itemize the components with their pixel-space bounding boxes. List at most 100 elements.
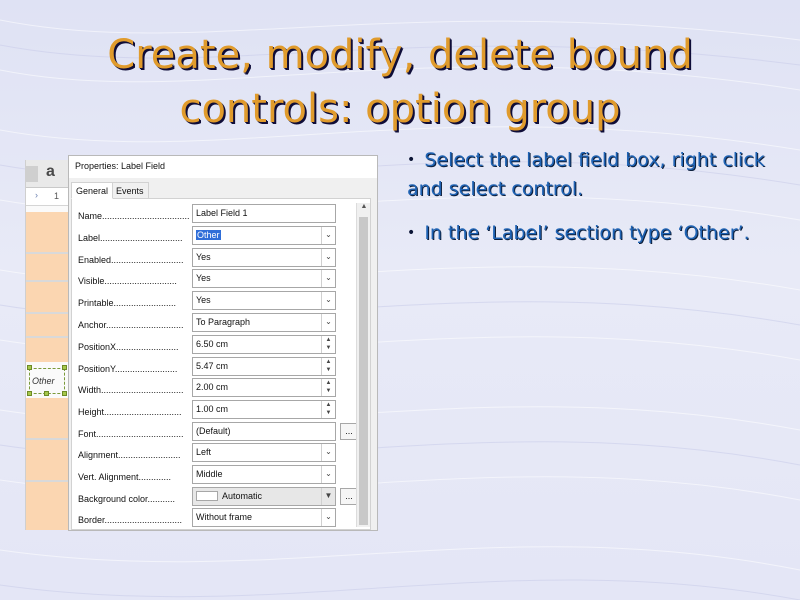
toolbar-button-icon[interactable] (26, 166, 38, 182)
bullet-item: • Select the label field box, right clic… (407, 146, 767, 204)
property-label: Enabled............................. (78, 255, 184, 265)
property-field[interactable]: Yes ⌄ (192, 291, 336, 310)
property-field[interactable]: Yes ⌄ (192, 269, 336, 288)
property-label: Alignment......................... (78, 450, 181, 460)
label-field-text: Other (32, 376, 55, 386)
document-toolbar: a (26, 160, 68, 188)
property-value: Yes (196, 295, 211, 305)
scroll-thumb[interactable] (359, 217, 368, 525)
property-field[interactable]: Other ⌄ (192, 226, 336, 245)
property-label: PositionX......................... (78, 342, 179, 352)
chevron-down-icon[interactable]: ▼ (321, 488, 335, 505)
property-value: 2.00 cm (196, 382, 229, 392)
property-row: Font....................................… (76, 422, 358, 442)
resize-handle[interactable] (62, 391, 67, 396)
property-row: Vert. Alignment............. Middle ⌄ (76, 465, 338, 485)
ruler: › 1 (26, 188, 68, 206)
spin-arrows-icon[interactable]: ▲ ▼ (321, 379, 335, 396)
dialog-title: Properties: Label Field (69, 156, 377, 178)
property-value: Left (196, 447, 212, 457)
slide-title-line-1: Create, modify, delete bound (107, 32, 693, 78)
property-value: Without frame (196, 512, 253, 522)
property-value: (Default) (196, 426, 231, 436)
property-label: Width................................. (78, 385, 184, 395)
property-field[interactable]: (Default) (192, 422, 336, 441)
property-label: PositionY......................... (78, 364, 178, 374)
property-label: Vert. Alignment............. (78, 472, 172, 482)
resize-handle[interactable] (27, 365, 32, 370)
property-field[interactable]: 5.47 cm ▲ ▼ (192, 357, 336, 376)
document-preview: a › 1 Other (25, 160, 68, 530)
section-band (26, 212, 68, 252)
spin-arrows-icon[interactable]: ▲ ▼ (321, 336, 335, 353)
property-field[interactable]: 1.00 cm ▲ ▼ (192, 400, 336, 419)
property-field[interactable]: Automatic ▼ (192, 487, 336, 506)
resize-handle[interactable] (44, 391, 49, 396)
spin-arrows-icon[interactable]: ▲ ▼ (321, 358, 335, 375)
section-band (26, 398, 68, 438)
ruler-number: 1 (54, 191, 60, 201)
property-field[interactable]: Left ⌄ (192, 443, 336, 462)
property-label: Font................................... (78, 429, 184, 439)
property-field[interactable]: Middle ⌄ (192, 465, 336, 484)
property-value: 5.47 cm (196, 361, 229, 371)
property-field[interactable]: To Paragraph ⌄ (192, 313, 336, 332)
section-band (26, 314, 68, 336)
property-field[interactable]: Yes ⌄ (192, 248, 336, 267)
property-field[interactable]: 2.00 cm ▲ ▼ (192, 378, 336, 397)
bullet-text: Select the label field box, right click … (407, 149, 765, 200)
chevron-down-icon[interactable]: ⌄ (321, 249, 335, 266)
ruler-marker-icon[interactable]: › (35, 190, 38, 200)
tab-general[interactable]: General (71, 182, 114, 199)
chevron-down-icon[interactable]: ⌄ (321, 444, 335, 461)
spin-arrows-icon[interactable]: ▲ ▼ (321, 401, 335, 418)
property-label: Anchor............................... (78, 320, 184, 330)
property-row: Alignment......................... Left ⌄ (76, 443, 338, 463)
property-label: Visible............................. (78, 276, 177, 286)
resize-handle[interactable] (27, 391, 32, 396)
chevron-down-icon[interactable]: ⌄ (321, 227, 335, 244)
properties-dialog: Properties: Label Field General Events N… (68, 155, 378, 531)
chevron-down-icon[interactable]: ⌄ (321, 270, 335, 287)
bullet-text: In the ‘Label’ section type ‘Other’. (424, 222, 750, 244)
property-value: Automatic (222, 491, 263, 501)
property-field[interactable]: 6.50 cm ▲ ▼ (192, 335, 336, 354)
bullet-list: • Select the label field box, right clic… (407, 146, 767, 263)
section-band (26, 254, 68, 280)
property-row: Width................................. 2.… (76, 378, 338, 398)
general-panel: Name................................... L… (71, 198, 371, 530)
section-band (26, 282, 68, 312)
font-glyph-icon[interactable]: a (46, 163, 55, 181)
property-row: Background color.............. Automatic ▼ (76, 487, 358, 507)
property-field[interactable]: Label Field 1 (192, 204, 336, 223)
bullet-item: • In the ‘Label’ section type ‘Other’. (407, 219, 767, 248)
chevron-down-icon[interactable]: ⌄ (321, 509, 335, 526)
section-band (26, 440, 68, 480)
section-band (26, 482, 68, 530)
property-value: Label Field 1 (196, 208, 248, 218)
property-label: Name................................... (78, 211, 190, 221)
color-swatch (196, 491, 218, 501)
property-row: Printable......................... Yes ⌄ (76, 291, 338, 311)
tab-events[interactable]: Events (111, 182, 149, 199)
chevron-down-icon[interactable]: ⌄ (321, 466, 335, 483)
property-label: Background color........... (78, 494, 176, 504)
property-row: Border............................... Wit… (76, 508, 338, 528)
property-field[interactable]: Without frame ⌄ (192, 508, 336, 527)
chevron-down-icon[interactable]: ⌄ (321, 292, 335, 309)
property-row: Height............................... 1.0… (76, 400, 338, 420)
properties-scrollbar[interactable]: ▲ (356, 203, 370, 527)
property-value: Yes (196, 273, 211, 283)
chevron-down-icon[interactable]: ⌄ (321, 314, 335, 331)
property-row: Label................................. Ot… (76, 226, 338, 246)
property-row: Anchor............................... To … (76, 313, 338, 333)
resize-handle[interactable] (62, 365, 67, 370)
property-row: Enabled............................. Yes ⌄ (76, 248, 338, 268)
property-label: Printable......................... (78, 298, 177, 308)
property-value: Other (196, 230, 221, 240)
property-row: PositionY......................... 5.47 c… (76, 357, 338, 377)
property-row: Visible............................. Yes ⌄ (76, 269, 338, 289)
chevron-up-icon[interactable]: ▲ (357, 203, 371, 215)
bullet-dot-icon: • (407, 152, 416, 168)
bullet-dot-icon: • (407, 225, 416, 241)
